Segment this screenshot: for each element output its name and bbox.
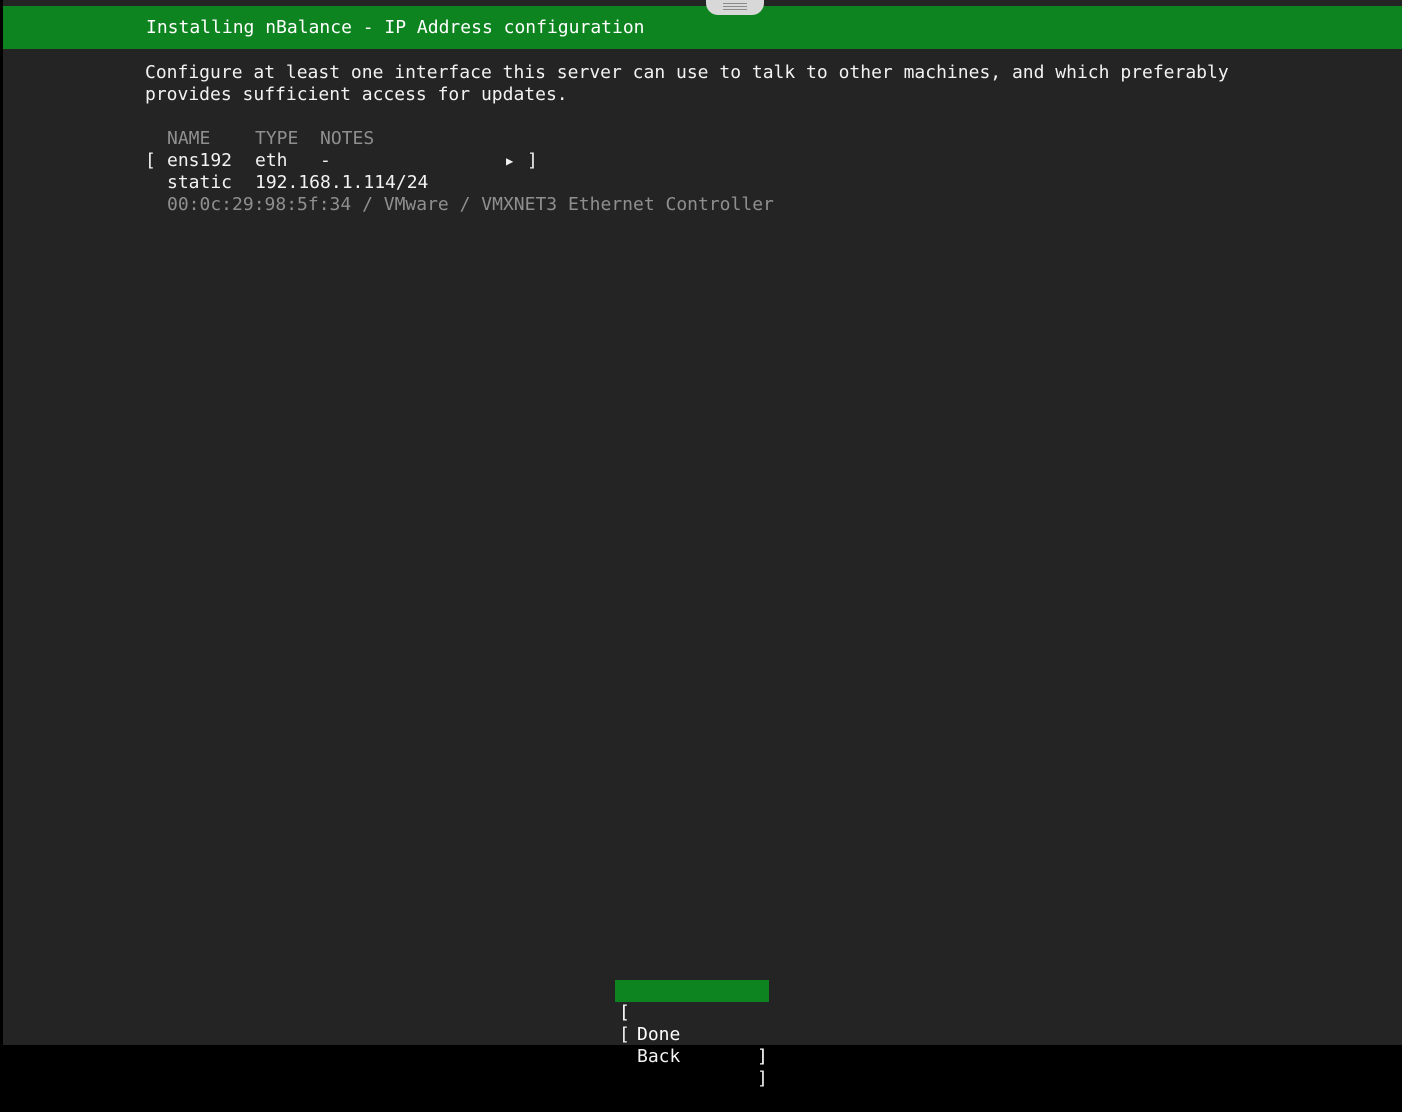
hardware-info: 00:0c:29:98:5f:34 / VMware / VMXNET3 Eth…: [167, 194, 774, 215]
back-open-bracket: [: [619, 1024, 630, 1045]
back-button[interactable]: [ Back ]: [615, 1002, 769, 1089]
header-bar: Installing nBalance - IP Address configu…: [3, 6, 1402, 49]
row-open-bracket: [: [145, 150, 156, 171]
console-handle-icon[interactable]: [706, 0, 764, 15]
done-button[interactable]: [ Done ]: [615, 980, 769, 1067]
ip-address: 192.168.1.114/24: [255, 172, 429, 193]
page-title: Installing nBalance - IP Address configu…: [146, 17, 645, 38]
column-header-notes: NOTES: [320, 128, 375, 149]
interface-type: eth: [255, 150, 288, 171]
back-label: Back: [637, 1046, 681, 1067]
address-method: static: [167, 172, 233, 193]
column-header-name: NAME: [167, 128, 211, 149]
interface-name: ens192: [167, 150, 233, 171]
description-line-2: provides sufficient access for updates.: [145, 84, 568, 105]
description-line-1: Configure at least one interface this se…: [145, 62, 1229, 83]
column-header-type: TYPE: [255, 128, 299, 149]
done-close-bracket: ]: [757, 1046, 768, 1067]
installer-screen: Installing nBalance - IP Address configu…: [3, 0, 1402, 1089]
interface-menu-arrow-icon[interactable]: ▶: [506, 150, 513, 172]
row-close-bracket: ]: [527, 150, 538, 171]
back-close-bracket: ]: [757, 1068, 768, 1089]
interface-notes: -: [320, 150, 331, 171]
